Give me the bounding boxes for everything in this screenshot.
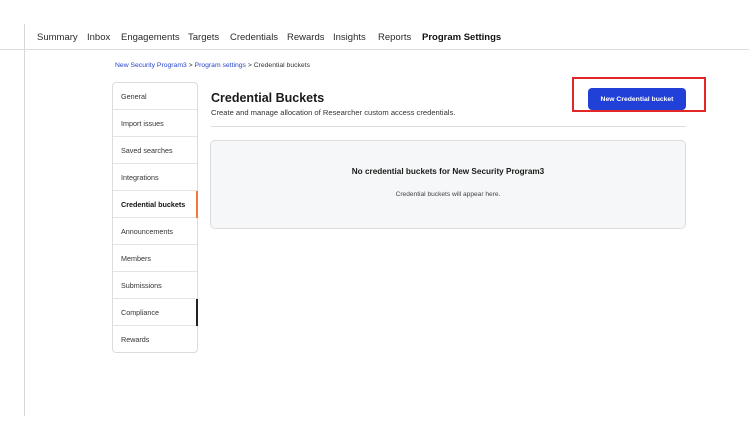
menu-item-general[interactable]: General <box>113 83 197 110</box>
menu-item-credential-buckets[interactable]: Credential buckets <box>113 191 198 218</box>
menu-item-compliance[interactable]: Compliance <box>113 299 198 326</box>
empty-state-text: Credential buckets will appear here. <box>395 191 501 198</box>
new-credential-bucket-button[interactable]: New Credential bucket <box>588 88 686 110</box>
nav-inbox[interactable]: Inbox <box>87 32 110 43</box>
nav-targets[interactable]: Targets <box>188 32 219 43</box>
page-title: Credential Buckets <box>211 91 325 105</box>
breadcrumb-current: Credential buckets <box>253 62 310 69</box>
menu-item-submissions[interactable]: Submissions <box>113 272 197 299</box>
nav-rewards[interactable]: Rewards <box>287 32 325 43</box>
settings-side-menu: General Import issues Saved searches Int… <box>112 82 198 353</box>
breadcrumb-separator: > <box>188 62 193 69</box>
nav-reports[interactable]: Reports <box>378 32 411 43</box>
header-divider <box>211 126 686 127</box>
menu-item-saved-searches[interactable]: Saved searches <box>113 137 197 164</box>
menu-item-integrations[interactable]: Integrations <box>113 164 197 191</box>
nav-program-settings[interactable]: Program Settings <box>422 32 501 43</box>
menu-item-import-issues[interactable]: Import issues <box>113 110 197 137</box>
breadcrumb-separator: > <box>247 62 252 69</box>
empty-state-card: No credential buckets for New Security P… <box>210 140 686 229</box>
nav-insights[interactable]: Insights <box>333 32 366 43</box>
page-subtitle: Create and manage allocation of Research… <box>211 108 456 117</box>
menu-item-members[interactable]: Members <box>113 245 197 272</box>
menu-item-rewards[interactable]: Rewards <box>113 326 197 353</box>
nav-credentials[interactable]: Credentials <box>230 32 278 43</box>
left-rule <box>24 24 25 416</box>
breadcrumb-program-link[interactable]: New Security Program3 <box>115 62 187 69</box>
empty-state-title: No credential buckets for New Security P… <box>351 167 545 176</box>
menu-item-announcements[interactable]: Announcements <box>113 218 197 245</box>
nav-engagements[interactable]: Engagements <box>121 32 180 43</box>
breadcrumb: New Security Program3 > Program settings… <box>115 62 310 69</box>
breadcrumb-settings-link[interactable]: Program settings <box>195 62 246 69</box>
nav-summary[interactable]: Summary <box>37 32 78 43</box>
top-nav: Summary Inbox Engagements Targets Creden… <box>0 24 749 50</box>
